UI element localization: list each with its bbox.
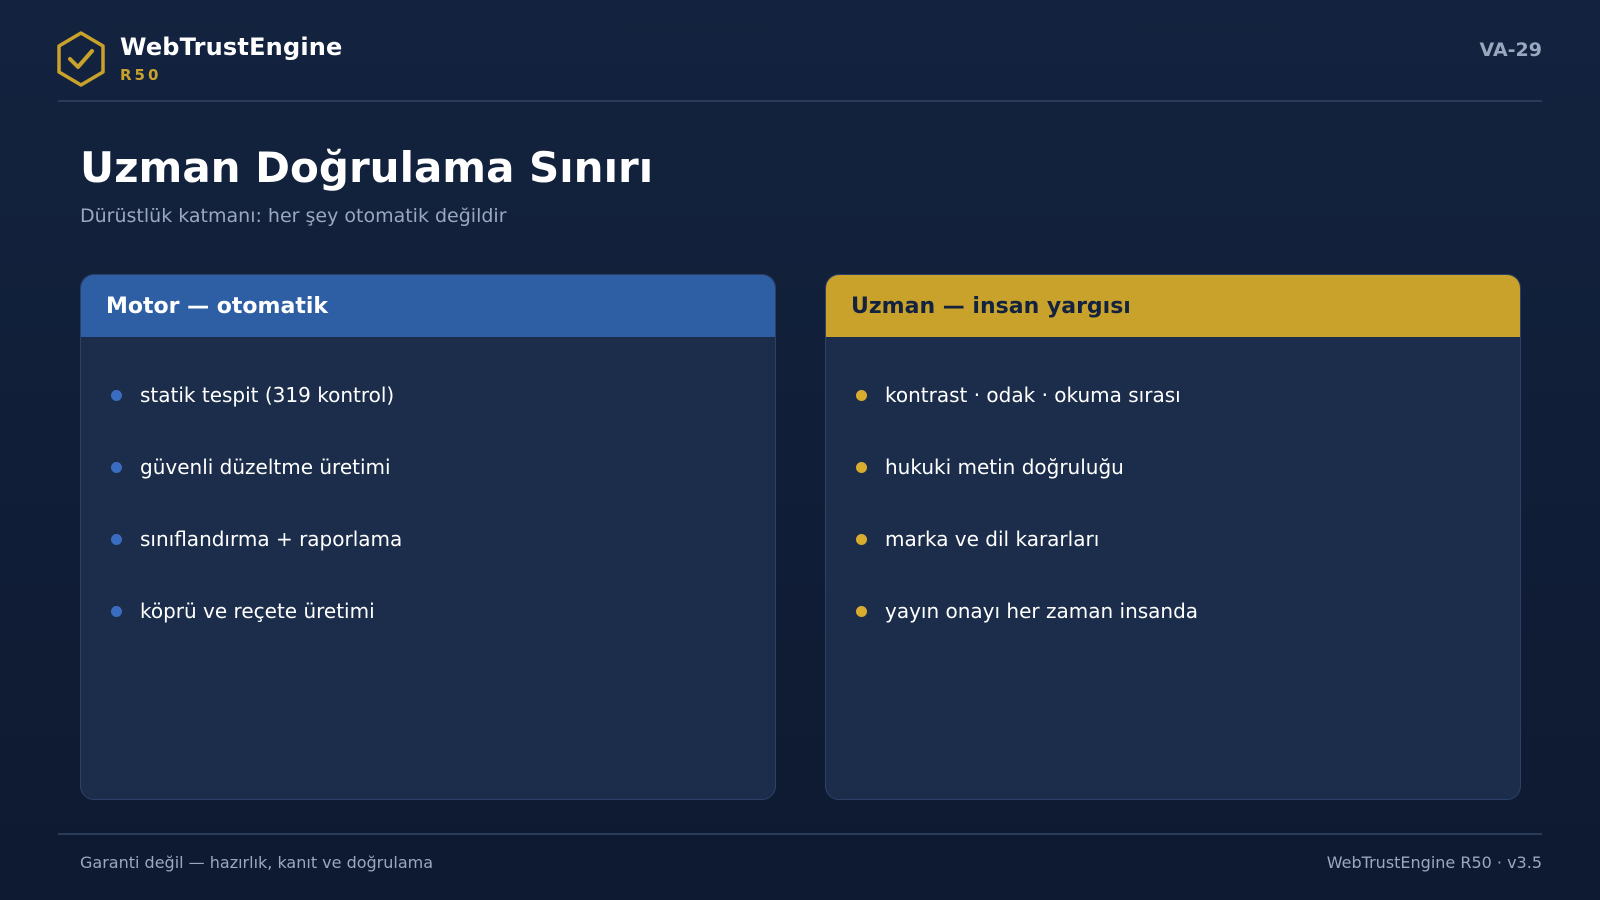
list-item: kontrast · odak · okuma sırası [856, 359, 1496, 431]
bullet-dot [856, 533, 867, 545]
card-expert-list: kontrast · odak · okuma sırası hukuki me… [826, 359, 1520, 647]
bullet-dot [111, 389, 122, 401]
bullet-dot [856, 605, 867, 617]
list-item: marka ve dil kararları [856, 503, 1496, 575]
card-engine-list: statik tespit (319 kontrol) güvenli düze… [81, 359, 775, 647]
brand-name: WebTrustEngine [120, 33, 343, 61]
list-item: sınıflandırma + raporlama [111, 503, 751, 575]
bullet-dot [111, 605, 122, 617]
list-item-label: yayın onayı her zaman insanda [885, 599, 1199, 623]
list-item-label: marka ve dil kararları [885, 527, 1100, 551]
list-item-label: kontrast · odak · okuma sırası [885, 383, 1181, 407]
list-item-label: statik tespit (319 kontrol) [140, 383, 395, 407]
list-item: hukuki metin doğruluğu [856, 431, 1496, 503]
card-expert-header: Uzman — insan yargısı [826, 275, 1520, 337]
brand-text: WebTrustEngine R50 [120, 35, 343, 83]
list-item: yayın onayı her zaman insanda [856, 575, 1496, 647]
card-expert: Uzman — insan yargısı kontrast · odak · … [825, 274, 1521, 800]
list-item: statik tespit (319 kontrol) [111, 359, 751, 431]
brand-version: R50 [120, 66, 162, 84]
list-item-label: köprü ve reçete üretimi [140, 599, 375, 623]
list-item-label: sınıflandırma + raporlama [140, 527, 403, 551]
slide-code: VA-29 [1479, 39, 1542, 61]
bullet-dot [111, 533, 122, 545]
list-item-label: hukuki metin doğruluğu [885, 455, 1124, 479]
page-title: Uzman Doğrulama Sınırı [80, 143, 654, 192]
bullet-dot [856, 461, 867, 473]
header-divider [58, 100, 1542, 102]
page-subtitle: Dürüstlük katmanı: her şey otomatik deği… [80, 205, 507, 227]
card-engine-header: Motor — otomatik [81, 275, 775, 337]
footer-disclaimer: Garanti değil — hazırlık, kanıt ve doğru… [80, 853, 434, 872]
brand-header: WebTrustEngine R50 [56, 30, 343, 88]
bullet-dot [111, 461, 122, 473]
list-item: güvenli düzeltme üretimi [111, 431, 751, 503]
bullet-dot [856, 389, 867, 401]
footer-version: WebTrustEngine R50 · v3.5 [1326, 853, 1542, 872]
shield-check-icon [57, 31, 105, 87]
list-item-label: güvenli düzeltme üretimi [140, 455, 391, 479]
card-engine: Motor — otomatik statik tespit (319 kont… [80, 274, 776, 800]
list-item: köprü ve reçete üretimi [111, 575, 751, 647]
footer-divider [58, 833, 1542, 835]
